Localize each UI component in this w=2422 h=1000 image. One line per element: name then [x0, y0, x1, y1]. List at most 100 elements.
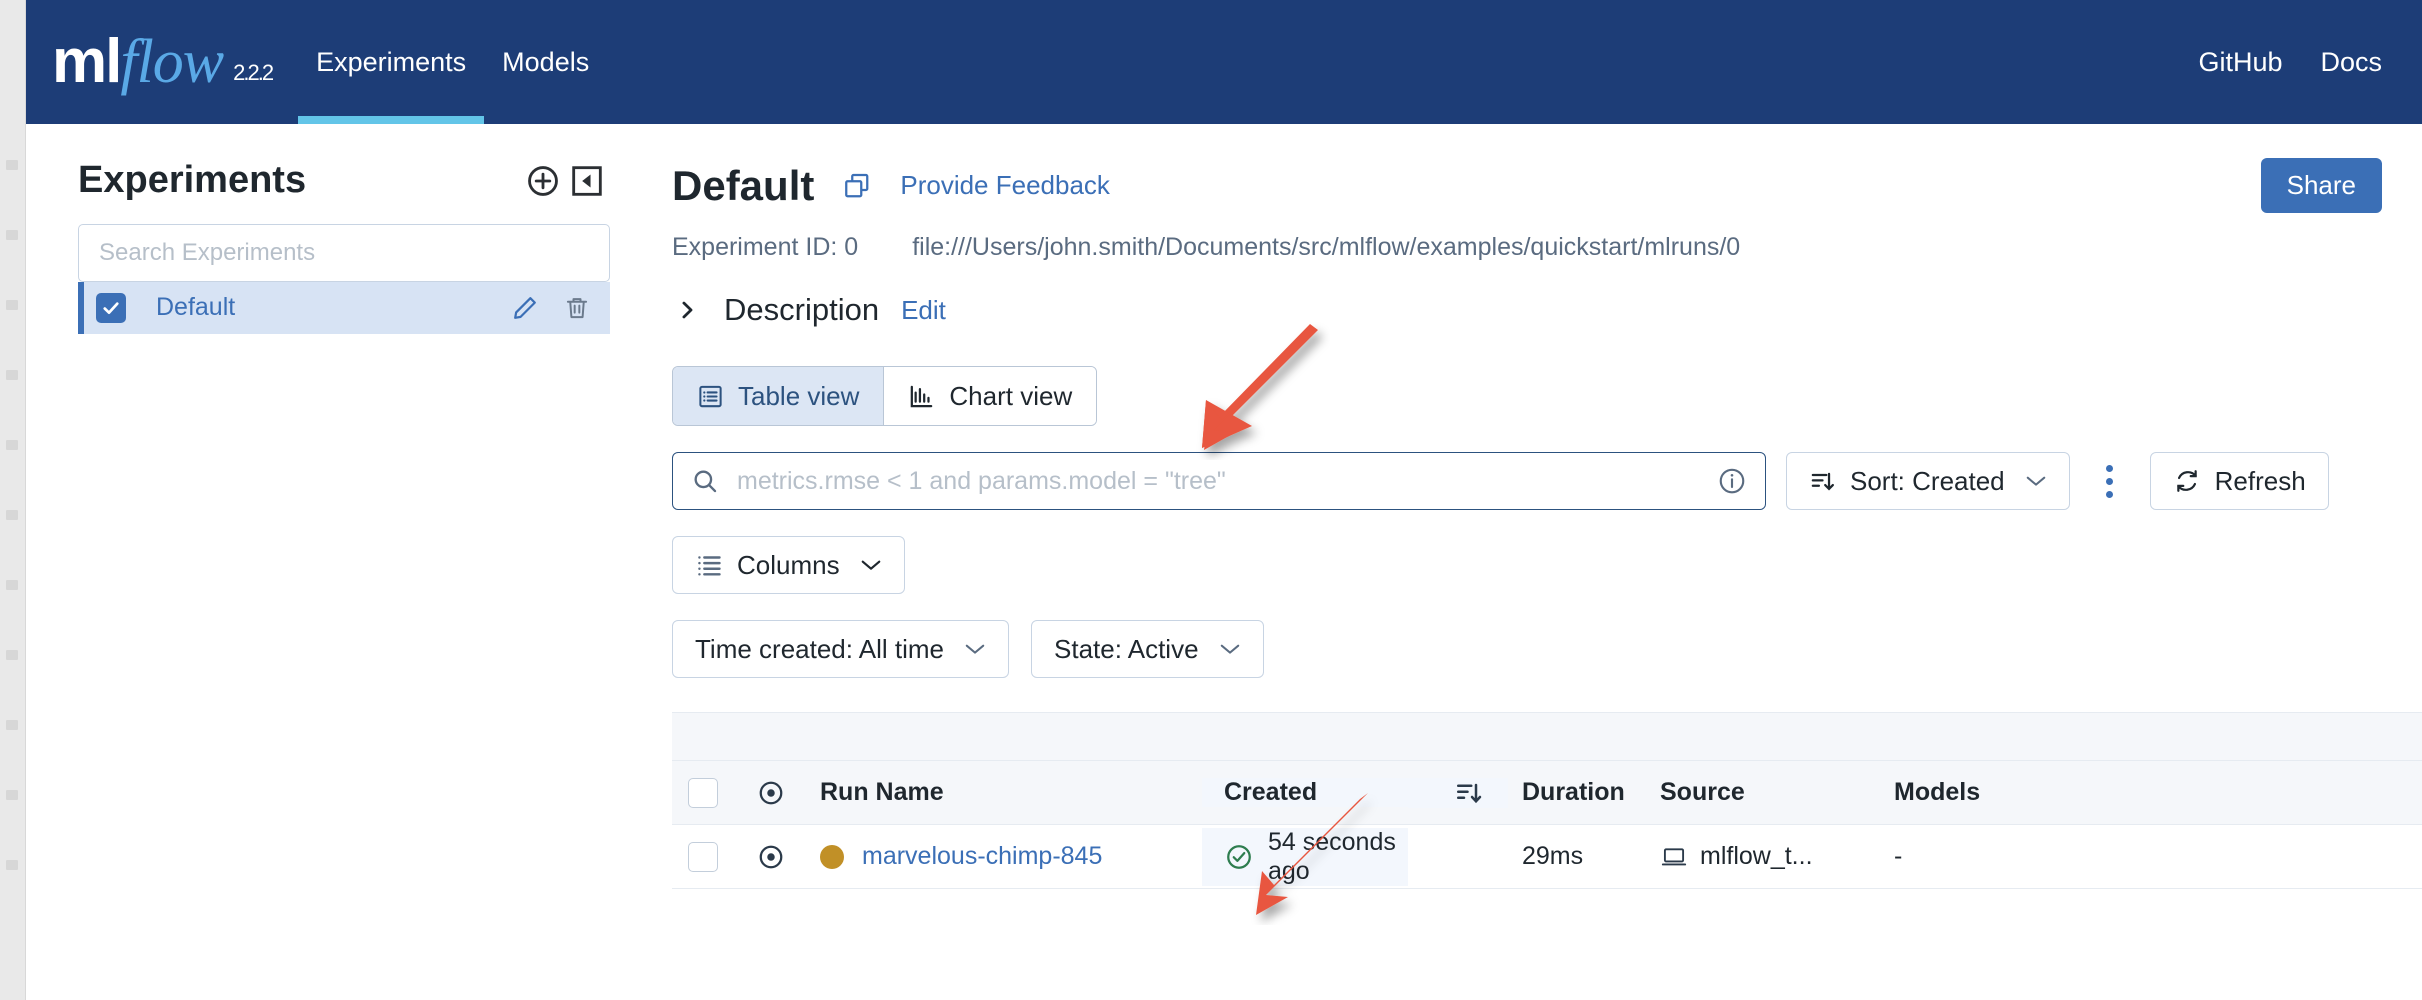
filter-time-created-label: Time created: All time — [695, 634, 944, 665]
create-experiment-button[interactable] — [526, 164, 560, 198]
row-select-checkbox[interactable] — [688, 842, 718, 872]
eye-icon[interactable] — [756, 778, 786, 808]
runs-search-input[interactable] — [735, 466, 1717, 497]
logo-text-ml: ml — [52, 31, 120, 93]
top-navigation-bar: mlflow 2.2.2 Experiments Models GitHub D… — [26, 0, 2422, 124]
eye-icon[interactable] — [756, 842, 786, 872]
tab-chart-view[interactable]: Chart view — [884, 367, 1096, 425]
chevron-down-icon — [2025, 474, 2047, 488]
column-header-models[interactable]: Models — [1894, 778, 2094, 807]
experiment-title-row: Default Provide Feedback Share — [672, 158, 2422, 213]
chevron-down-icon — [860, 558, 882, 572]
refresh-button-label: Refresh — [2215, 466, 2306, 497]
row-duration-cell: 29ms — [1508, 842, 1660, 871]
tab-table-view[interactable]: Table view — [673, 367, 884, 425]
column-header-duration[interactable]: Duration — [1508, 778, 1660, 807]
row-models-value: - — [1894, 842, 1902, 870]
column-header-run-name-label: Run Name — [820, 778, 944, 807]
search-experiments-input[interactable] — [97, 238, 591, 268]
sort-button[interactable]: Sort: Created — [1786, 452, 2070, 510]
nav-tab-experiments[interactable]: Experiments — [298, 0, 484, 124]
column-header-run-name[interactable]: Run Name — [808, 778, 1202, 807]
refresh-button[interactable]: Refresh — [2150, 452, 2329, 510]
tab-chart-view-label: Chart view — [949, 381, 1072, 412]
check-circle-icon — [1224, 842, 1254, 872]
column-header-duration-label: Duration — [1522, 778, 1625, 806]
gutter-tick — [6, 510, 18, 520]
sidebar-header: Experiments — [78, 160, 614, 202]
gutter-tick — [6, 790, 18, 800]
copy-experiment-name-button[interactable] — [840, 169, 874, 203]
nav-tab-models-label: Models — [502, 47, 589, 78]
artifact-location: file:///Users/john.smith/Documents/src/m… — [912, 233, 1740, 262]
gutter-tick — [6, 440, 18, 450]
collapse-sidebar-button[interactable] — [570, 164, 604, 198]
nav-link-github[interactable]: GitHub — [2198, 47, 2282, 78]
column-header-created[interactable]: Created — [1202, 778, 1408, 807]
gutter-tick — [6, 300, 18, 310]
page-title: Default — [672, 165, 814, 207]
select-all-checkbox[interactable] — [688, 778, 718, 808]
tab-table-view-label: Table view — [738, 381, 859, 412]
info-circle-icon[interactable] — [1717, 466, 1747, 496]
columns-button[interactable]: Columns — [672, 536, 905, 594]
runs-search-input-wrapper[interactable] — [672, 452, 1766, 510]
sidebar-action-icons — [526, 164, 604, 198]
table-view-icon — [697, 383, 724, 410]
run-name-link[interactable]: marvelous-chimp-845 — [862, 842, 1102, 871]
table-row[interactable]: marvelous-chimp-845 54 seconds ago 29ms — [672, 825, 2422, 889]
page-scroll-gutter[interactable] — [0, 0, 26, 1000]
row-source-cell: mlflow_t... — [1660, 842, 1894, 871]
row-run-name-cell: marvelous-chimp-845 — [808, 842, 1202, 871]
provide-feedback-link[interactable]: Provide Feedback — [900, 170, 1110, 201]
delete-experiment-button[interactable] — [560, 291, 594, 325]
columns-row: Columns — [672, 536, 2422, 594]
sidebar-item-label: Default — [156, 293, 235, 322]
share-button[interactable]: Share — [2261, 158, 2382, 213]
chevron-right-icon[interactable] — [672, 297, 702, 323]
created-sort-indicator[interactable] — [1408, 778, 1508, 808]
search-experiments-input-wrapper[interactable] — [78, 224, 610, 282]
row-duration-value: 29ms — [1522, 842, 1583, 870]
description-label: Description — [724, 292, 879, 328]
chart-view-icon — [908, 383, 935, 410]
mlflow-logo[interactable]: mlflow 2.2.2 — [26, 0, 272, 124]
runs-filters-row: Time created: All time State: Active — [672, 620, 2422, 678]
filter-state-label: State: Active — [1054, 634, 1199, 665]
experiment-id: Experiment ID: 0 — [672, 233, 858, 262]
nav-link-docs[interactable]: Docs — [2320, 47, 2382, 78]
gutter-tick — [6, 230, 18, 240]
description-edit-link[interactable]: Edit — [901, 295, 946, 326]
secondary-nav: GitHub Docs — [2198, 0, 2422, 124]
rename-experiment-button[interactable] — [508, 291, 542, 325]
gutter-tick — [6, 720, 18, 730]
column-header-created-label: Created — [1224, 778, 1317, 807]
gutter-tick — [6, 650, 18, 660]
select-all-checkbox-cell — [672, 778, 734, 808]
visibility-header-cell — [734, 778, 808, 808]
row-source-value: mlflow_t... — [1700, 842, 1813, 871]
experiment-main-panel: Default Provide Feedback Share Experimen… — [648, 124, 2422, 1000]
sidebar-item-default[interactable]: Default — [78, 282, 610, 334]
filter-state[interactable]: State: Active — [1031, 620, 1264, 678]
run-status-dot — [820, 845, 844, 869]
nav-tab-models[interactable]: Models — [484, 0, 607, 124]
sidebar-title: Experiments — [78, 160, 306, 202]
more-options-icon[interactable] — [2090, 452, 2130, 510]
sort-button-label: Sort: Created — [1850, 466, 2005, 497]
columns-button-label: Columns — [737, 550, 840, 581]
table-top-strip — [672, 713, 2422, 761]
row-visibility-cell — [734, 842, 808, 872]
column-header-source-label: Source — [1660, 778, 1745, 807]
filter-time-created[interactable]: Time created: All time — [672, 620, 1009, 678]
gutter-tick — [6, 160, 18, 170]
column-header-source[interactable]: Source — [1660, 778, 1894, 807]
nav-tab-experiments-label: Experiments — [316, 47, 466, 78]
gutter-tick — [6, 860, 18, 870]
gutter-tick — [6, 370, 18, 380]
experiment-checkbox[interactable] — [96, 293, 126, 323]
primary-nav: Experiments Models — [298, 0, 607, 124]
chevron-down-icon — [964, 642, 986, 656]
runs-controls-row: Sort: Created — [672, 452, 2422, 510]
column-header-models-label: Models — [1894, 778, 1980, 806]
